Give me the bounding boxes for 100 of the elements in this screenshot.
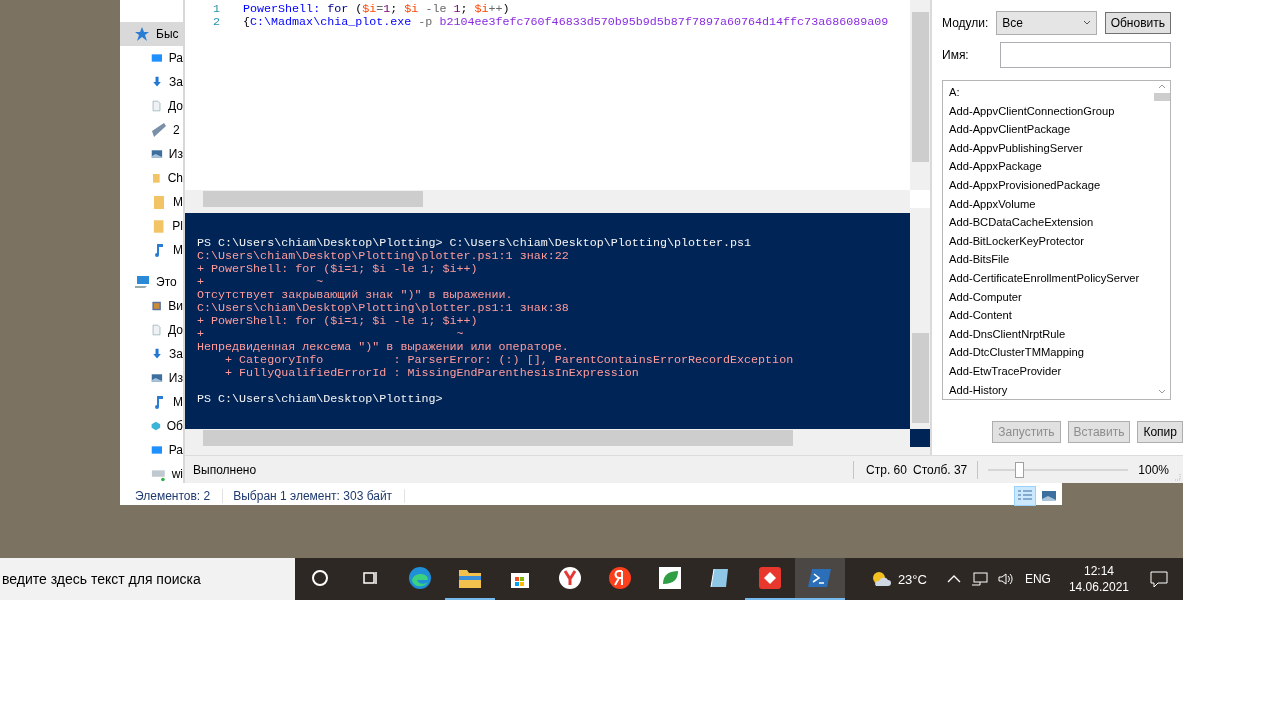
command-item[interactable]: Add-AppxVolume <box>949 194 1036 214</box>
nav-label: M <box>173 395 183 409</box>
selection-info: Выбран 1 элемент: 303 байт <box>233 489 406 503</box>
star-icon <box>134 26 150 42</box>
nav-item[interactable]: Ви <box>120 294 183 318</box>
refresh-button[interactable]: Обновить <box>1104 12 1171 34</box>
nav-label: 2 <box>173 123 180 137</box>
error-line: C:\Users\chiam\Desktop\Plotting\plotter.ps1:1 знак:22 <box>197 250 570 263</box>
image-icon <box>1041 489 1057 503</box>
scrollbar-thumb[interactable] <box>203 430 793 446</box>
nav-item[interactable]: Из <box>120 366 183 390</box>
scroll-up-icon[interactable] <box>1157 83 1166 89</box>
scrollbar-thumb[interactable] <box>911 333 929 423</box>
nav-item[interactable]: Ра <box>120 438 183 462</box>
nav-item[interactable]: Pl <box>120 214 183 238</box>
command-item[interactable]: Add-Content <box>949 306 1012 325</box>
zoom-slider-thumb[interactable] <box>1015 461 1025 478</box>
diamond-app-icon <box>758 566 782 590</box>
command-item[interactable]: Add-BitLockerKeyProtector <box>949 231 1084 251</box>
nav-label: Pl <box>172 219 183 233</box>
error-line: + PowerShell: for ($i=1; $i -le 1; $i++) <box>197 263 479 276</box>
nav-item[interactable]: Ch <box>120 166 183 190</box>
folder-icon <box>458 567 482 589</box>
vertical-scrollbar[interactable] <box>910 0 930 190</box>
language-indicator[interactable]: ENG <box>1018 572 1057 586</box>
chevron-up-icon[interactable] <box>946 574 961 584</box>
nav-item[interactable]: Ра <box>120 46 183 70</box>
terminal-icon <box>808 567 832 589</box>
nav-label: Из <box>168 371 183 385</box>
nav-label: Это <box>156 275 177 289</box>
command-item[interactable]: Add-BCDataCacheExtension <box>949 213 1094 232</box>
nav-item[interactable]: До <box>120 94 183 118</box>
drive-icon <box>151 122 167 138</box>
command-item[interactable]: Add-AppxProvisionedPackage <box>949 175 1101 195</box>
zoom-value: 100% <box>1138 462 1170 477</box>
command-item[interactable]: Add-DtcClusterTMMapping <box>949 343 1084 362</box>
error-line: + FullyQualifiedErrorId : MissingEndParenthesisInExpression <box>224 367 640 380</box>
error-line: Отсутствует закрывающий знак ")" в выражении. <box>197 289 514 302</box>
nav-item[interactable]: M <box>120 190 183 214</box>
command-item[interactable]: Add-AppxPackage <box>949 157 1042 176</box>
nav-item[interactable]: wi <box>120 462 183 486</box>
status-text: Выполнено <box>193 462 258 477</box>
nav-item[interactable]: 2 <box>120 118 183 142</box>
nav-item[interactable]: Быс <box>120 22 183 46</box>
script-editor[interactable]: 1 PowerShell: for ($i=1; $i -le 1; $i++) 2 {C:\Madmax\chia_plot.exe -p b2104ee3fefc760f46833d570b95b9d5b87f7897a60764d14ffc73a686089a09 <box>185 0 930 208</box>
command-item[interactable]: Add-AppvPublishingServer <box>949 138 1083 158</box>
command-item[interactable]: Add-EtwTraceProvider <box>949 361 1062 381</box>
nav-label: До <box>168 99 183 113</box>
nav-label: wi <box>171 467 183 481</box>
line-position: Стр. 60 <box>865 462 908 477</box>
circle-icon <box>311 569 329 587</box>
scrollbar-thumb[interactable] <box>203 191 423 207</box>
nav-item[interactable]: Из <box>120 142 183 166</box>
notification-icon[interactable] <box>1149 570 1169 588</box>
error-line: + ~ <box>197 276 325 289</box>
nav-item[interactable]: До <box>120 318 183 342</box>
nav-item[interactable]: M <box>120 390 183 414</box>
command-item[interactable]: Add-Computer <box>949 287 1022 307</box>
command-button[interactable]: Копир <box>1137 421 1183 443</box>
folder-icon <box>151 194 167 210</box>
task-view-icon <box>361 569 379 587</box>
scrollbar-thumb[interactable] <box>911 12 929 162</box>
nav-item[interactable]: За <box>120 342 183 366</box>
nav-item[interactable]: За <box>120 70 183 94</box>
nav-label: Ch <box>167 171 183 185</box>
nav-label: Быс <box>156 27 179 41</box>
caret-down-icon <box>1082 20 1091 26</box>
speaker-icon[interactable] <box>996 571 1015 587</box>
nav-item[interactable]: M <box>120 238 183 262</box>
console-pane[interactable] <box>185 213 930 447</box>
scrollbar-thumb[interactable] <box>1153 93 1170 101</box>
nav-label: Ра <box>168 443 183 457</box>
modules-label: Модули: <box>942 16 989 30</box>
nav-label: M <box>173 243 183 257</box>
command-item[interactable]: Add-BitsFile <box>949 250 1010 269</box>
nav-item[interactable]: Об <box>120 414 183 438</box>
wave-logo-icon <box>408 566 432 590</box>
network-icon[interactable] <box>970 571 989 587</box>
command-item[interactable]: Add-AppvClientConnectionGroup <box>949 101 1115 121</box>
nav-label: M <box>173 195 183 209</box>
nav-item[interactable]: Это <box>120 270 183 294</box>
leaf-icon <box>658 566 682 590</box>
search-field[interactable]: ведите здесь текст для поиска <box>0 558 295 600</box>
horizontal-scrollbar[interactable] <box>185 429 910 447</box>
command-item[interactable]: Add-DnsClientNrptRule <box>949 324 1066 344</box>
command-item[interactable]: Add-History <box>949 380 1008 399</box>
vertical-scrollbar[interactable] <box>910 213 930 429</box>
error-line: + PowerShell: for ($i=1; $i -le 1; $i++) <box>197 315 479 328</box>
list-icon <box>1017 489 1033 503</box>
command-item[interactable]: Add-AppvClientPackage <box>949 120 1071 139</box>
command-item[interactable]: Add-CertificateEnrollmentPolicyServer <box>949 268 1140 288</box>
command-item[interactable]: A: <box>949 83 960 102</box>
document-icon <box>151 98 163 114</box>
horizontal-scrollbar[interactable] <box>185 190 910 208</box>
clock[interactable]: 12:14 14.06.2021 <box>1056 563 1141 595</box>
nav-label: Ви <box>168 299 183 313</box>
scroll-down-icon[interactable] <box>1157 389 1166 395</box>
name-field[interactable] <box>1000 42 1171 68</box>
code-line: {C:\Madmax\chia_plot.exe -p b2104ee3fefc760f46833d570b95b9d5b87f7897a60764d14ffc73a686089a09 <box>243 16 889 29</box>
modules-dropdown[interactable]: Все <box>996 11 1097 35</box>
